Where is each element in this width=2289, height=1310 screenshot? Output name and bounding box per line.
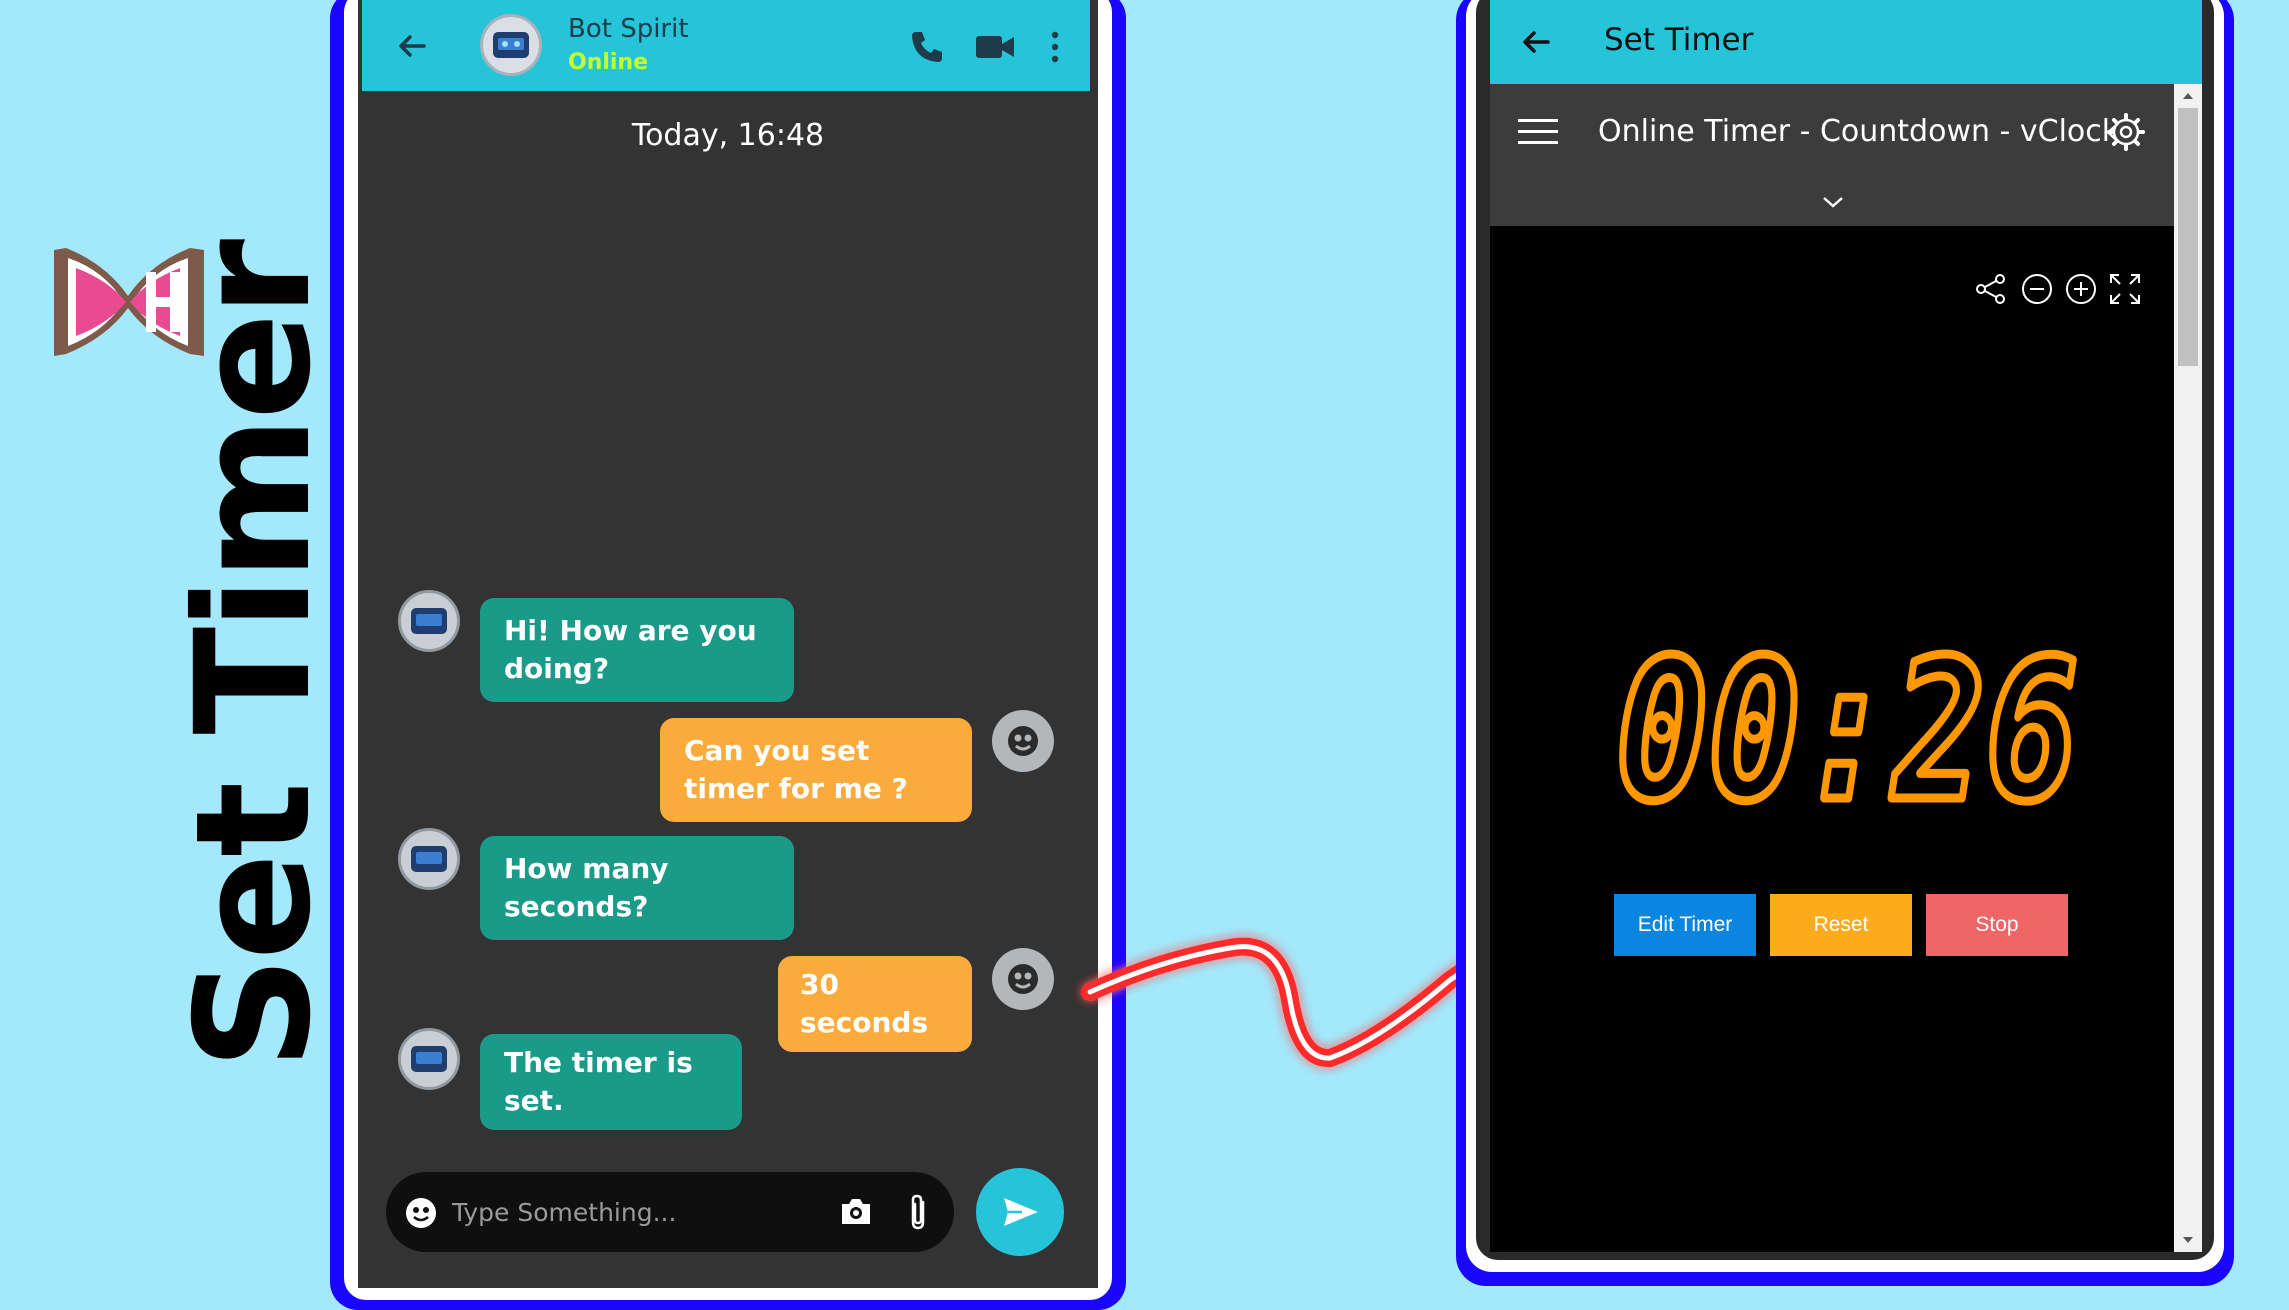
gear-icon[interactable] <box>2106 112 2146 152</box>
scroll-down-icon[interactable] <box>2180 1234 2196 1246</box>
smiley-icon[interactable] <box>404 1196 438 1230</box>
message-bubble-bot: How many seconds? <box>480 836 794 940</box>
robot-icon <box>411 846 447 872</box>
share-icon[interactable] <box>1974 272 2008 306</box>
timer-display: 00:26 <box>1612 614 2083 849</box>
scrollbar-thumb[interactable] <box>2178 108 2198 366</box>
contact-status: Online <box>568 50 649 75</box>
user-avatar <box>992 710 1054 772</box>
kebab-menu-icon[interactable] <box>1046 28 1064 66</box>
bot-avatar[interactable] <box>480 14 542 76</box>
fullscreen-icon[interactable] <box>2108 272 2142 306</box>
vertical-title: Set Timer <box>162 242 346 1070</box>
robot-icon <box>411 1046 447 1072</box>
robot-icon <box>493 32 529 58</box>
scroll-up-icon[interactable] <box>2180 90 2196 102</box>
camera-icon[interactable] <box>838 1194 874 1230</box>
user-avatar <box>992 948 1054 1010</box>
bot-avatar <box>398 828 460 890</box>
paperclip-icon[interactable] <box>906 1192 930 1232</box>
user-face-icon <box>1008 726 1038 756</box>
message-bubble-bot: Hi! How are you doing? <box>480 598 794 702</box>
web-page-title: Online Timer - Countdown - vClock <box>1598 114 2120 149</box>
message-input[interactable]: Type Something... <box>452 1198 676 1227</box>
stop-button[interactable]: Stop <box>1926 894 2068 956</box>
video-camera-icon[interactable] <box>974 30 1016 64</box>
send-icon <box>1004 1198 1038 1226</box>
robot-icon <box>411 608 447 634</box>
bot-avatar <box>398 1028 460 1090</box>
zoom-out-icon[interactable] <box>2020 272 2054 306</box>
user-face-icon <box>1008 964 1038 994</box>
arrow-left-icon[interactable] <box>392 26 432 66</box>
message-bubble-bot: The timer is set. <box>480 1034 742 1130</box>
send-button[interactable] <box>976 1168 1064 1256</box>
reset-button[interactable]: Reset <box>1770 894 1912 956</box>
arrow-left-icon[interactable] <box>1516 22 1556 62</box>
message-bubble-user: Can you set timer for me ? <box>660 718 972 822</box>
message-bubble-user: 30 seconds <box>778 956 972 1052</box>
contact-name: Bot Spirit <box>568 14 689 44</box>
timer-digits-text: 00:26 <box>1616 618 2078 844</box>
phone-icon[interactable] <box>908 28 946 66</box>
date-label: Today, 16:48 <box>631 118 825 153</box>
chevron-down-icon[interactable] <box>1822 194 1844 210</box>
bot-avatar <box>398 590 460 652</box>
timer-app-header <box>1490 0 2202 84</box>
edit-timer-button[interactable]: Edit Timer <box>1614 894 1756 956</box>
timer-app-title: Set Timer <box>1604 22 1754 58</box>
zoom-in-icon[interactable] <box>2064 272 2098 306</box>
hamburger-menu-icon[interactable] <box>1518 116 1558 146</box>
